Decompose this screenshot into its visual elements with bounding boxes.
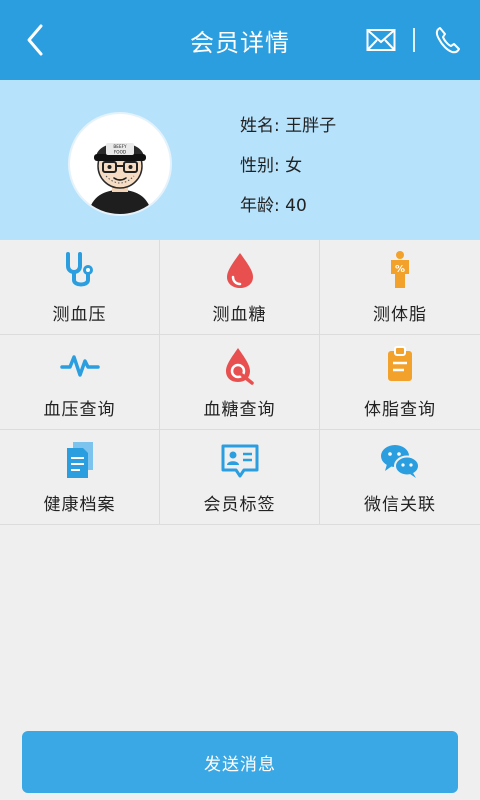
send-message-button[interactable]: 发送消息 <box>22 731 458 793</box>
blood-search-icon <box>225 348 254 385</box>
action-blood-sugar-query[interactable]: 血糖查询 <box>160 335 320 430</box>
cartoon-avatar-icon: BEEFY FOOD <box>88 143 152 214</box>
member-age: 年龄: 40 <box>240 196 307 216</box>
svg-text:%: % <box>395 264 405 275</box>
document-icon <box>66 442 93 478</box>
action-wechat-link[interactable]: 微信关联 <box>320 430 480 525</box>
action-grid: 测血压 测血糖 % 测体脂 血压查询 血糖查询 体脂查询 健康档案 会员标签 微… <box>0 240 480 525</box>
pulse-icon <box>59 355 100 377</box>
mail-icon <box>366 29 396 51</box>
id-card-icon <box>221 444 258 478</box>
member-info: 姓名: 王胖子 性别: 女 年龄: 40 <box>240 110 336 230</box>
action-health-records[interactable]: 健康档案 <box>0 430 160 525</box>
svg-text:BEEFY: BEEFY <box>113 144 127 149</box>
action-label: 测血压 <box>52 305 107 325</box>
action-measure-body-fat[interactable]: % 测体脂 <box>320 240 480 335</box>
wechat-icon <box>381 445 420 478</box>
page-title: 会员详情 <box>190 28 290 57</box>
action-label: 测体脂 <box>373 305 427 325</box>
message-button[interactable] <box>366 28 396 52</box>
action-label: 体脂查询 <box>364 400 436 420</box>
svg-text:FOOD: FOOD <box>114 150 126 155</box>
action-label: 测血糖 <box>212 305 267 325</box>
avatar[interactable]: BEEFY FOOD <box>68 112 172 216</box>
action-body-fat-query[interactable]: 体脂查询 <box>320 335 480 430</box>
blood-drop-icon <box>226 253 253 288</box>
action-label: 血糖查询 <box>203 400 276 420</box>
action-blood-pressure-query[interactable]: 血压查询 <box>0 335 160 430</box>
clipboard-icon <box>388 346 412 381</box>
action-label: 血压查询 <box>43 400 116 420</box>
stethoscope-icon <box>65 252 93 287</box>
action-label: 会员标签 <box>203 495 276 515</box>
call-button[interactable] <box>432 24 462 56</box>
member-gender: 性别: 女 <box>240 156 303 176</box>
action-label: 微信关联 <box>364 495 436 515</box>
body-fat-icon: % <box>391 251 409 288</box>
action-member-tags[interactable]: 会员标签 <box>160 430 320 525</box>
action-measure-blood-pressure[interactable]: 测血压 <box>0 240 160 335</box>
top-bar: 会员详情 <box>0 0 480 80</box>
member-profile: BEEFY FOOD 姓名: 王胖子 性别: 女 年龄: 40 <box>0 80 480 240</box>
action-label: 健康档案 <box>43 495 116 515</box>
action-measure-blood-sugar[interactable]: 测血糖 <box>160 240 320 335</box>
header-divider <box>413 28 415 52</box>
member-name: 姓名: 王胖子 <box>240 116 337 136</box>
phone-icon <box>435 27 460 54</box>
